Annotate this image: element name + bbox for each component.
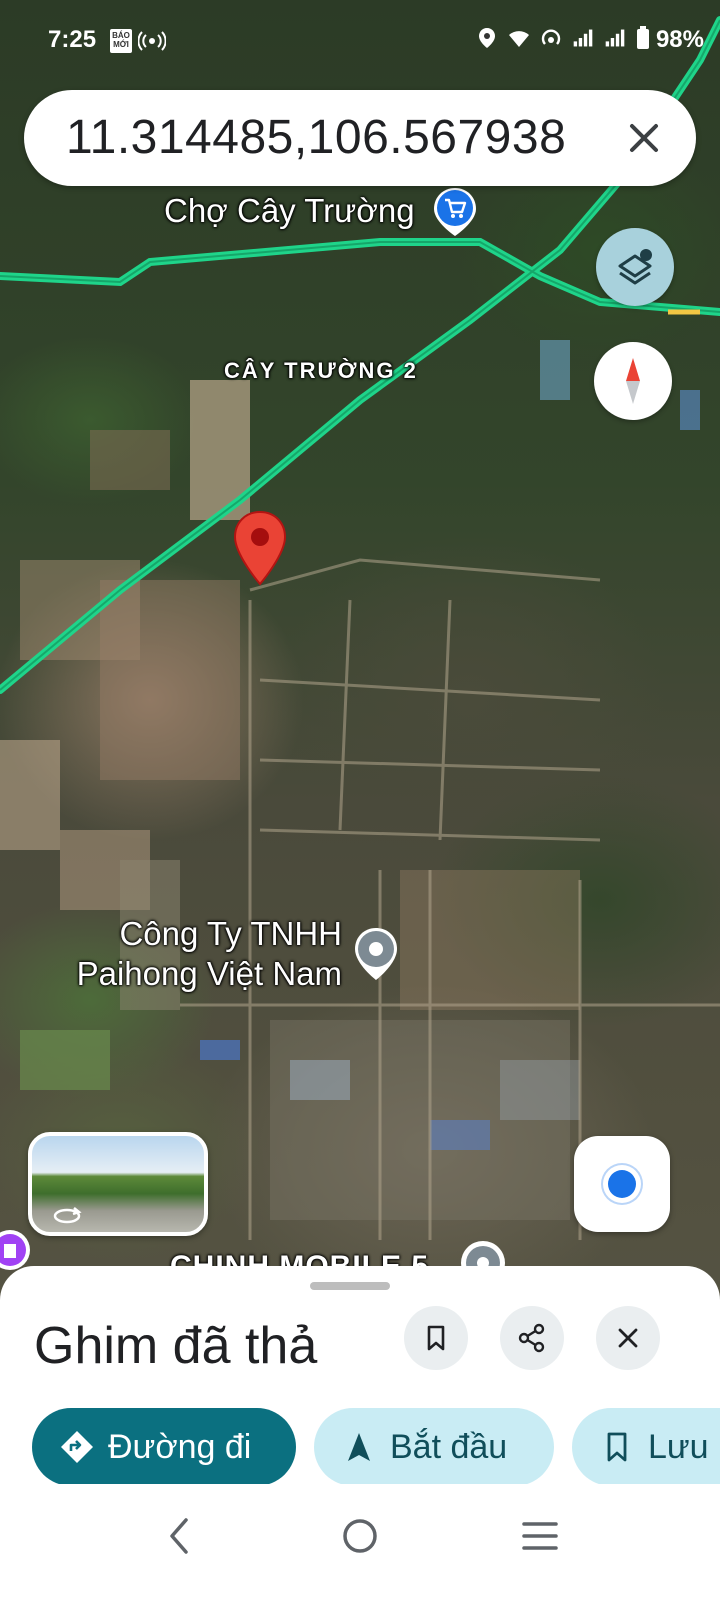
street-view-rotate-icon bbox=[53, 1207, 82, 1224]
baomoi-notification-icon: BÁO MỚI bbox=[110, 29, 132, 53]
status-bar: 7:25 BÁO MỚI 98% bbox=[0, 0, 720, 84]
action-chips: Đường đi Bắt đầu Lưu bbox=[0, 1408, 720, 1486]
sheet-drag-handle[interactable] bbox=[310, 1282, 390, 1290]
company-label-line1: Công Ty TNHH bbox=[119, 915, 342, 952]
street-view-thumbnail[interactable] bbox=[28, 1132, 208, 1236]
status-time: 7:25 bbox=[48, 26, 97, 53]
my-location-icon bbox=[608, 1170, 636, 1198]
start-label: Bắt đầu bbox=[390, 1427, 508, 1466]
share-icon bbox=[518, 1323, 545, 1353]
compass-button[interactable] bbox=[594, 342, 672, 420]
hotspot-icon bbox=[541, 29, 561, 45]
layers-icon bbox=[618, 249, 652, 285]
share-button[interactable] bbox=[500, 1306, 564, 1370]
directions-label: Đường đi bbox=[108, 1427, 252, 1466]
status-icons bbox=[476, 26, 650, 50]
company-label[interactable]: Công Ty TNHH Paihong Việt Nam bbox=[52, 914, 342, 994]
area-label: CÂY TRƯỜNG 2 bbox=[224, 358, 418, 383]
directions-icon bbox=[61, 1431, 93, 1463]
close-sheet-button[interactable] bbox=[596, 1306, 660, 1370]
dropped-pin-icon[interactable] bbox=[232, 510, 288, 586]
market-label[interactable]: Chợ Cây Trường bbox=[164, 192, 415, 230]
save-button[interactable] bbox=[404, 1306, 468, 1370]
navigation-arrow-icon bbox=[348, 1433, 370, 1461]
close-icon bbox=[618, 1328, 638, 1348]
search-input[interactable]: 11.314485,106.567938 bbox=[66, 110, 566, 165]
broadcast-icon bbox=[138, 31, 166, 51]
company-label-line2: Paihong Việt Nam bbox=[76, 955, 342, 992]
my-location-button[interactable] bbox=[574, 1136, 670, 1232]
location-status-icon bbox=[479, 28, 495, 48]
bookmark-icon bbox=[427, 1325, 445, 1351]
save-label: Lưu bbox=[648, 1427, 709, 1466]
compass-icon bbox=[626, 358, 640, 404]
place-icon[interactable] bbox=[352, 926, 400, 982]
signal-1-icon bbox=[573, 29, 593, 47]
recents-icon[interactable] bbox=[510, 1506, 570, 1566]
system-nav-bar bbox=[0, 1484, 720, 1608]
wifi-icon bbox=[509, 31, 529, 47]
signal-2-icon bbox=[605, 29, 625, 47]
search-bar[interactable]: 11.314485,106.567938 bbox=[24, 90, 696, 186]
start-button[interactable]: Bắt đầu bbox=[314, 1408, 554, 1486]
sheet-title: Ghim đã thả bbox=[34, 1317, 318, 1375]
layers-button[interactable] bbox=[596, 228, 674, 306]
battery-icon bbox=[637, 26, 649, 49]
home-icon[interactable] bbox=[330, 1506, 390, 1566]
shopping-cart-icon[interactable] bbox=[432, 186, 478, 238]
save-chip-button[interactable]: Lưu bbox=[572, 1408, 720, 1486]
battery-percent: 98% bbox=[655, 26, 704, 53]
back-icon[interactable] bbox=[150, 1506, 210, 1566]
directions-button[interactable]: Đường đi bbox=[32, 1408, 296, 1486]
close-icon[interactable] bbox=[616, 110, 672, 166]
bookmark-icon bbox=[607, 1432, 627, 1462]
